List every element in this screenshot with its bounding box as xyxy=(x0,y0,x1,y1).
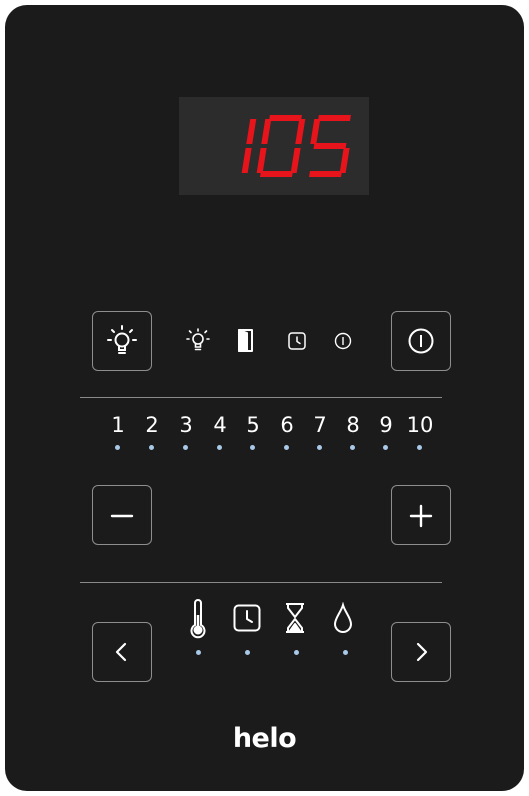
plus-button[interactable] xyxy=(391,485,451,545)
level-6-indicator xyxy=(284,445,289,450)
segment-f xyxy=(310,119,321,144)
segment-d xyxy=(260,171,293,177)
level-8-label: 8 xyxy=(346,413,360,437)
segment-g xyxy=(313,143,347,149)
divider-top xyxy=(80,397,442,398)
level-3-indicator xyxy=(183,445,188,450)
level-8-indicator xyxy=(350,445,355,450)
level-10-label: 10 xyxy=(406,413,434,437)
level-4-label: 4 xyxy=(213,413,227,437)
hourglass-icon xyxy=(283,601,307,635)
segment-d xyxy=(309,171,342,177)
segment-b xyxy=(246,119,257,144)
level-1-label: 1 xyxy=(111,413,125,437)
thermometer-indicator xyxy=(196,650,201,655)
water-drop-indicator xyxy=(343,650,348,655)
control-panel: 1 2 3 4 5 6 7 8 9 10 helo xyxy=(5,5,524,791)
segment-e xyxy=(256,148,267,173)
previous-button[interactable] xyxy=(92,622,152,682)
minus-button[interactable] xyxy=(92,485,152,545)
segment-a xyxy=(317,115,351,121)
light-button[interactable] xyxy=(92,311,152,371)
level-7-indicator xyxy=(317,445,322,450)
clock-mode-icon xyxy=(232,603,262,633)
level-3-label: 3 xyxy=(179,413,193,437)
power-indicator-icon xyxy=(333,331,353,351)
segment-f xyxy=(261,119,272,144)
thermometer-icon xyxy=(187,597,209,639)
segment-b xyxy=(295,119,306,144)
clock-indicator xyxy=(245,650,250,655)
level-4-indicator xyxy=(217,445,222,450)
level-6-label: 6 xyxy=(280,413,294,437)
power-button[interactable] xyxy=(391,311,451,371)
temperature-display xyxy=(179,97,369,195)
level-5-indicator xyxy=(250,445,255,450)
brand-logo: helo xyxy=(232,723,297,754)
level-2-indicator xyxy=(149,445,154,450)
divider-bottom xyxy=(80,582,442,583)
level-1-indicator xyxy=(115,445,120,450)
level-2-label: 2 xyxy=(145,413,159,437)
segment-a xyxy=(268,115,302,121)
light-indicator-icon xyxy=(185,325,211,355)
level-9-label: 9 xyxy=(379,413,393,437)
hourglass-indicator xyxy=(294,650,299,655)
door-icon xyxy=(236,327,256,355)
display-digits xyxy=(241,115,351,177)
segment-c xyxy=(339,148,350,173)
level-10-indicator xyxy=(417,445,422,450)
water-drop-icon xyxy=(331,602,355,636)
segment-c xyxy=(241,148,252,173)
segment-c xyxy=(290,148,301,173)
level-5-label: 5 xyxy=(246,413,260,437)
clock-indicator-icon xyxy=(287,331,307,351)
level-9-indicator xyxy=(383,445,388,450)
level-7-label: 7 xyxy=(313,413,327,437)
next-button[interactable] xyxy=(391,622,451,682)
